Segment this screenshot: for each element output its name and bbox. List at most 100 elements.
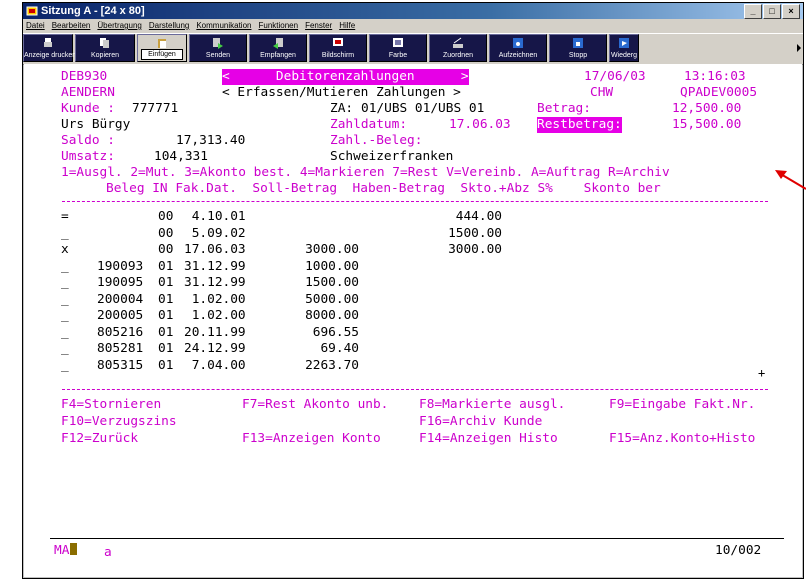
maximize-button[interactable]: □ xyxy=(763,4,781,19)
row-soll: 69.40 xyxy=(320,341,359,356)
function-key[interactable]: F13=Anzeigen Konto xyxy=(242,431,381,447)
row-select-field[interactable]: _ xyxy=(61,275,71,291)
record-icon xyxy=(513,38,523,48)
toolbar-button-senden[interactable]: Senden xyxy=(189,34,247,62)
row-select-field[interactable]: x xyxy=(61,242,71,258)
row-select-field[interactable]: _ xyxy=(61,341,71,357)
toolbar-button-anzeige-drucken[interactable]: Anzeige drucken xyxy=(23,34,77,62)
color-icon xyxy=(393,38,403,47)
toolbar-button-bildschirm[interactable]: Bildschirm xyxy=(309,34,367,62)
row-beleg: 200005 xyxy=(97,308,144,323)
row-beleg: 805281 xyxy=(97,341,144,356)
row-date: 31.12.99 xyxy=(184,258,246,274)
row-beleg: 200004 xyxy=(97,291,144,307)
divider xyxy=(62,201,768,202)
minimize-button[interactable]: _ xyxy=(744,4,762,19)
menu-kommunikation[interactable]: Kommunikation xyxy=(196,21,251,30)
toolbar: Anzeige drucken Kopieren Einfügen Senden Emp… xyxy=(23,33,803,65)
toolbar-button-zuordnen[interactable]: Zuordnen xyxy=(429,34,487,62)
row-date: 7.04.00 xyxy=(184,357,246,373)
row-in: 01 xyxy=(158,324,174,340)
function-key[interactable]: F10=Verzugszins xyxy=(61,414,177,430)
toolbar-button-label: Kopieren xyxy=(90,52,120,59)
toolbar-button-label: Empfangen xyxy=(260,52,296,59)
row-in: 01 xyxy=(158,357,174,373)
row-select-field[interactable]: = xyxy=(61,209,71,225)
row-in: 01 xyxy=(158,258,174,274)
row-in: 01 xyxy=(158,341,174,356)
toolbar-button-label: Senden xyxy=(205,52,231,59)
keyboard-map-icon xyxy=(453,37,463,48)
options-line: 1=Ausgl. 2=Mut. 3=Akonto best. 4=Markier… xyxy=(61,165,670,180)
screen-icon xyxy=(333,38,343,46)
zahlbeleg-label: Zahl.-Beleg: xyxy=(330,133,423,148)
toolbar-button-label: Anzeige drucken xyxy=(24,52,77,59)
kunde-label: Kunde : xyxy=(61,101,115,116)
toolbar-button-farbe[interactable]: Farbe xyxy=(369,34,427,62)
toolbar-button-kopieren[interactable]: Kopieren xyxy=(75,34,135,62)
menu-bar: Datei Bearbeiten Übertragung Darstellung Kom… xyxy=(23,19,803,33)
more-indicator: + xyxy=(758,366,766,380)
function-key[interactable]: F4=Stornieren xyxy=(61,397,161,413)
red-arrow-annotation xyxy=(775,170,806,190)
row-haben: 444.00 xyxy=(455,209,502,224)
menu-funktionen[interactable]: Funktionen xyxy=(258,21,298,30)
toolbar-button-empfangen[interactable]: Empfangen xyxy=(249,34,307,62)
menu-darstellung[interactable]: Darstellung xyxy=(149,21,189,30)
status-mode-text: MA xyxy=(54,543,70,558)
row-date: 5.09.02 xyxy=(184,225,246,241)
column-headers: Beleg IN Fak.Dat. Soll-Betrag Haben-Betr… xyxy=(106,181,661,196)
row-in: 01 xyxy=(158,275,174,290)
row-in: 00 xyxy=(158,225,174,241)
row-in: 01 xyxy=(158,308,174,323)
function-key[interactable]: F8=Markierte ausgl. xyxy=(419,397,565,413)
row-date: 24.12.99 xyxy=(184,341,246,356)
row-in: 00 xyxy=(158,242,174,257)
terminal-window: Sitzung A - [24 x 80] _ □ × Datei Bearbei… xyxy=(22,2,804,579)
copy-icon xyxy=(100,38,109,48)
menu-hilfe[interactable]: Hilfe xyxy=(339,21,355,30)
menu-uebertragung[interactable]: Übertragung xyxy=(97,21,141,30)
mode-label: AENDERN xyxy=(61,85,115,100)
toolbar-button-aufzeichnen[interactable]: Aufzeichnen xyxy=(489,34,547,62)
time: 13:16:03 xyxy=(684,69,746,84)
function-key[interactable]: F14=Anzeigen Histo xyxy=(419,431,558,447)
row-select-field[interactable]: _ xyxy=(61,226,71,242)
row-select-field[interactable]: _ xyxy=(61,325,71,341)
app-icon xyxy=(26,6,38,16)
toolbar-button-label: Wiederg xyxy=(610,52,638,59)
toolbar-button-wiederg[interactable]: Wiederg xyxy=(609,34,639,62)
menu-bearbeiten[interactable]: Bearbeiten xyxy=(52,21,91,30)
status-position: 10/002 xyxy=(715,543,762,558)
row-beleg: 190093 xyxy=(97,258,144,274)
row-haben: 3000.00 xyxy=(448,242,502,257)
row-select-field[interactable]: _ xyxy=(61,292,71,308)
function-key[interactable]: F16=Archiv Kunde xyxy=(419,414,542,430)
menu-fenster[interactable]: Fenster xyxy=(305,21,332,30)
send-icon xyxy=(213,38,223,49)
device-id: QPADEV0005 xyxy=(680,85,758,100)
user-id: CHW xyxy=(590,85,614,100)
umsatz-value: 104,331 xyxy=(154,149,208,164)
row-select-field[interactable]: _ xyxy=(61,259,71,275)
toolbar-button-einf-gen[interactable]: Einfügen xyxy=(137,34,187,62)
function-key[interactable]: F7=Rest Akonto unb. xyxy=(242,397,388,413)
close-button[interactable]: × xyxy=(782,4,800,19)
toolbar-scroll-right-icon[interactable] xyxy=(797,44,801,52)
window-title: Sitzung A - [24 x 80] xyxy=(41,5,145,17)
function-key[interactable]: F15=Anz.Konto+Histo xyxy=(609,431,755,447)
function-key[interactable]: F12=Zurück xyxy=(61,431,138,447)
menu-datei[interactable]: Datei xyxy=(26,21,45,30)
row-beleg: 805315 xyxy=(97,357,144,373)
screen-subtitle: < Erfassen/Mutieren Zahlungen > xyxy=(222,85,461,100)
currency: Schweizerfranken xyxy=(330,149,454,164)
row-select-field[interactable]: _ xyxy=(61,358,71,374)
zahldatum-value: 17.06.03 xyxy=(449,117,511,132)
row-select-field[interactable]: _ xyxy=(61,308,71,324)
row-haben: 1500.00 xyxy=(448,225,502,241)
toolbar-button-stopp[interactable]: Stopp xyxy=(549,34,607,62)
divider xyxy=(62,389,768,390)
function-key[interactable]: F9=Eingabe Fakt.Nr. xyxy=(609,397,755,413)
row-soll: 8000.00 xyxy=(305,308,359,323)
status-input: a xyxy=(104,545,112,560)
